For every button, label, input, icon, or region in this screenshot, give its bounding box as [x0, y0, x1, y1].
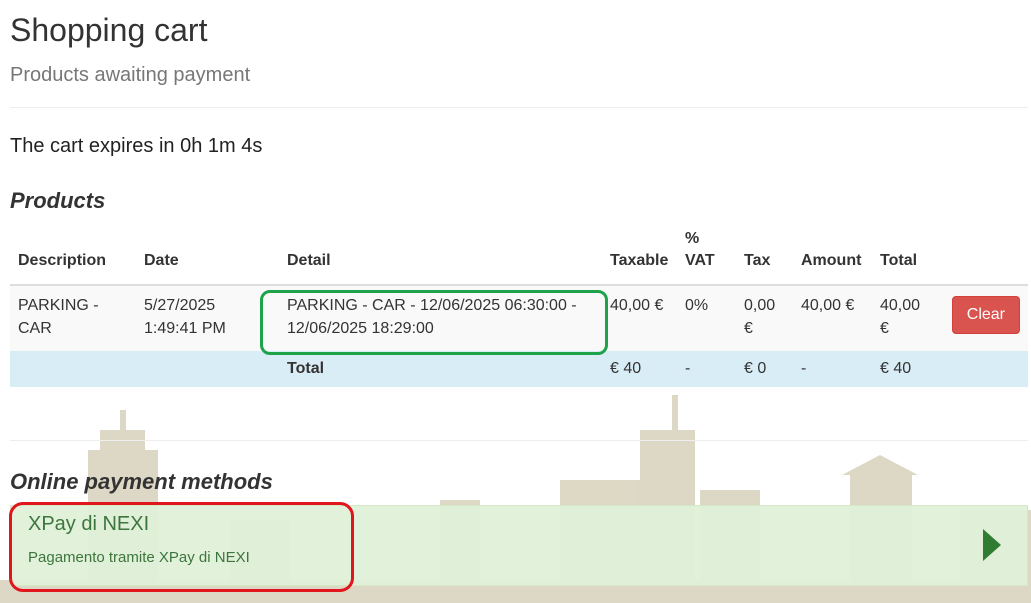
cell-tax-line1: 0,00 — [744, 297, 776, 314]
cell-date-line2: 1:49:41 PM — [144, 320, 226, 337]
total-tax: € 0 — [736, 351, 793, 387]
table-header-row: Description Date Detail Taxable % VAT Ta… — [10, 228, 1028, 286]
total-taxable: € 40 — [602, 351, 677, 387]
cell-tax: 0,00 € — [736, 284, 793, 351]
section-divider — [10, 440, 1028, 441]
cell-date-line1: 5/27/2025 — [144, 297, 216, 314]
payment-method-name: XPay di NEXI — [28, 513, 150, 535]
cell-detail: PARKING - CAR - 12/06/2025 06:30:00 - 12… — [279, 284, 602, 351]
total-total: € 40 — [872, 351, 938, 387]
table-row: PARKING - CAR 5/27/2025 1:49:41 PM PARKI… — [10, 284, 1028, 351]
col-header-description: Description — [10, 228, 136, 286]
payment-method-description: Pagamento tramite XPay di NEXI — [28, 549, 250, 566]
cell-total: 40,00 € — [872, 284, 938, 351]
col-header-tax: Tax — [736, 228, 793, 286]
col-header-amount: Amount — [793, 228, 872, 286]
total-cell-date — [136, 351, 279, 387]
total-cell-description — [10, 351, 136, 387]
shopping-cart-page: Shopping cart Products awaiting payment … — [0, 0, 1031, 603]
total-vat: - — [677, 351, 736, 387]
header-divider — [10, 107, 1028, 108]
cell-detail-line1: PARKING - CAR - 12/06/2025 06:30:00 - — [287, 297, 577, 314]
payment-method-xpay[interactable]: XPay di NEXI Pagamento tramite XPay di N… — [10, 505, 1028, 586]
col-header-actions — [938, 228, 1028, 286]
total-cell-actions — [938, 351, 1028, 387]
cell-actions: Clear — [938, 284, 1028, 351]
total-label: Total — [279, 351, 602, 387]
payment-methods-heading: Online payment methods — [10, 469, 273, 494]
products-heading: Products — [10, 188, 106, 213]
cell-description-line1: PARKING - — [18, 297, 99, 314]
cell-tax-line2: € — [744, 320, 753, 337]
cell-description: PARKING - CAR — [10, 284, 136, 351]
cell-amount: 40,00 € — [793, 284, 872, 351]
cell-total-line1: 40,00 — [880, 297, 921, 314]
cart-expiry-text: The cart expires in 0h 1m 4s — [10, 135, 263, 157]
cell-taxable: 40,00 € — [602, 284, 677, 351]
col-header-detail: Detail — [279, 228, 602, 286]
table-total-row: Total € 40 - € 0 - € 40 — [10, 351, 1028, 387]
cell-vat: 0% — [677, 284, 736, 351]
cell-date: 5/27/2025 1:49:41 PM — [136, 284, 279, 351]
products-table: Description Date Detail Taxable % VAT Ta… — [10, 228, 1028, 387]
cell-description-line2: CAR — [18, 320, 52, 337]
clear-button[interactable]: Clear — [951, 296, 1020, 334]
cell-total-line2: € — [880, 320, 889, 337]
page-subtitle: Products awaiting payment — [10, 64, 251, 86]
col-header-total: Total — [872, 228, 938, 286]
col-header-vat-symbol: % — [685, 230, 700, 247]
col-header-taxable: Taxable — [602, 228, 677, 286]
page-title: Shopping cart — [10, 12, 208, 48]
col-header-vat-label: VAT — [685, 252, 715, 269]
col-header-date: Date — [136, 228, 279, 286]
cell-detail-line2: 12/06/2025 18:29:00 — [287, 320, 434, 337]
col-header-vat: % VAT — [677, 228, 736, 286]
total-amount: - — [793, 351, 872, 387]
play-arrow-icon[interactable] — [983, 529, 1001, 561]
